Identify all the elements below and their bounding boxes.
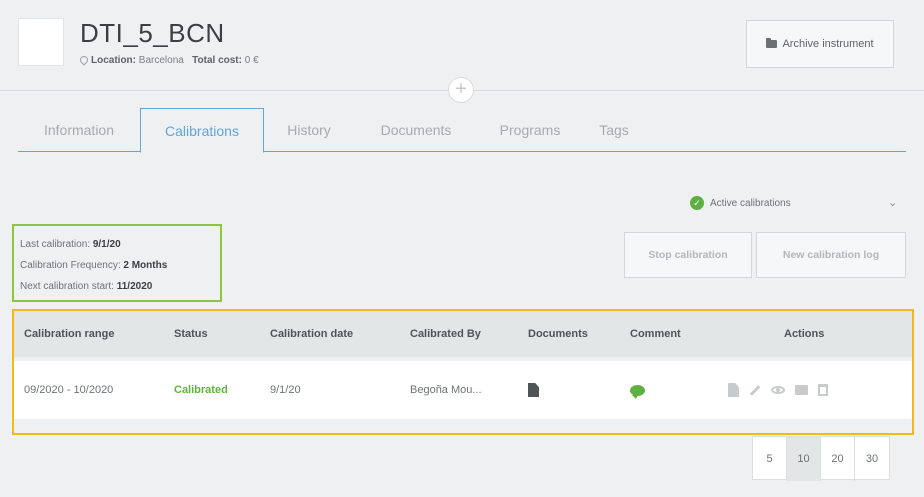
tab-information[interactable]: Information <box>18 108 140 152</box>
location-pin-icon <box>78 54 90 66</box>
check-circle-icon: ✓ <box>690 196 704 210</box>
column-header: Calibrated By <box>410 328 481 340</box>
calibration-summary: Last calibration: 9/1/20 Calibration Fre… <box>12 224 222 302</box>
table-header: Calibration range Status Calibration dat… <box>14 311 912 357</box>
edit-icon[interactable] <box>749 384 761 396</box>
cell-status: Calibrated <box>174 384 228 396</box>
table-row[interactable]: 09/2020 - 10/2020 Calibrated 9/1/20 Bego… <box>14 361 912 419</box>
cell-actions <box>728 361 828 419</box>
new-calibration-log-button[interactable]: New calibration log <box>756 232 906 278</box>
calibrations-table: Calibration range Status Calibration dat… <box>12 309 914 435</box>
document-icon[interactable] <box>528 383 539 397</box>
next-calibration-label: Next calibration start: <box>20 281 114 292</box>
cell-comment <box>630 361 645 419</box>
tab-programs[interactable]: Programs <box>480 108 580 152</box>
cost-label: Total cost: <box>192 55 242 66</box>
frequency-value: 2 Months <box>123 260 168 271</box>
cell-calibrated-by: Begoña Mou... <box>410 384 482 396</box>
trash-icon[interactable] <box>818 384 828 396</box>
frequency-label: Calibration Frequency: <box>20 260 121 271</box>
page-size-option[interactable]: 20 <box>821 437 855 481</box>
last-calibration-value: 9/1/20 <box>92 239 121 250</box>
folder-icon[interactable] <box>795 385 808 395</box>
archive-instrument-button[interactable]: Archive instrument <box>746 20 894 68</box>
next-calibration-value: 11/2020 <box>116 281 153 292</box>
column-header: Status <box>174 328 208 340</box>
tab-bar: Information Calibrations History Documen… <box>18 108 906 153</box>
column-header: Documents <box>528 328 588 340</box>
page-size-option[interactable]: 5 <box>753 437 787 481</box>
instrument-meta: Location: Barcelona Total cost: 0 € <box>78 54 259 66</box>
location-label: Location: <box>91 55 136 66</box>
comment-icon[interactable] <box>630 384 645 399</box>
add-button[interactable]: + <box>448 77 474 103</box>
filter-label: Active calibrations <box>710 197 791 209</box>
archive-button-label: Archive instrument <box>782 38 874 50</box>
tab-history[interactable]: History <box>264 108 354 152</box>
instrument-avatar <box>18 18 64 66</box>
column-header: Actions <box>784 328 825 340</box>
cell-documents <box>528 361 539 419</box>
view-icon[interactable] <box>771 386 785 394</box>
cell-date: 9/1/20 <box>270 384 301 396</box>
instrument-title: DTI_5_BCN <box>80 18 225 48</box>
tab-tags[interactable]: Tags <box>584 108 644 152</box>
active-calibrations-filter[interactable]: ✓ Active calibrations <box>690 196 791 210</box>
folder-icon <box>766 38 778 48</box>
file-icon[interactable] <box>728 383 739 397</box>
page-size-option[interactable]: 10 <box>787 437 821 481</box>
tab-documents[interactable]: Documents <box>358 108 474 152</box>
cell-range: 09/2020 - 10/2020 <box>24 384 114 396</box>
next-calibration-line: Next calibration start: 11/2020 <box>20 276 214 297</box>
column-header: Calibration range <box>24 328 115 340</box>
page-size-option[interactable]: 30 <box>855 437 889 481</box>
stop-calibration-button[interactable]: Stop calibration <box>624 232 752 278</box>
page-size-selector: 5 10 20 30 <box>752 436 890 481</box>
chevron-down-icon[interactable]: ⌄ <box>888 196 897 209</box>
frequency-line: Calibration Frequency: 2 Months <box>20 255 214 276</box>
column-header: Comment <box>630 328 681 340</box>
location-value: Barcelona <box>138 55 184 66</box>
cost-value: 0 € <box>244 55 259 66</box>
last-calibration-label: Last calibration: <box>20 239 91 250</box>
column-header: Calibration date <box>270 328 354 340</box>
tab-calibrations[interactable]: Calibrations <box>140 108 264 153</box>
last-calibration-line: Last calibration: 9/1/20 <box>20 234 214 255</box>
